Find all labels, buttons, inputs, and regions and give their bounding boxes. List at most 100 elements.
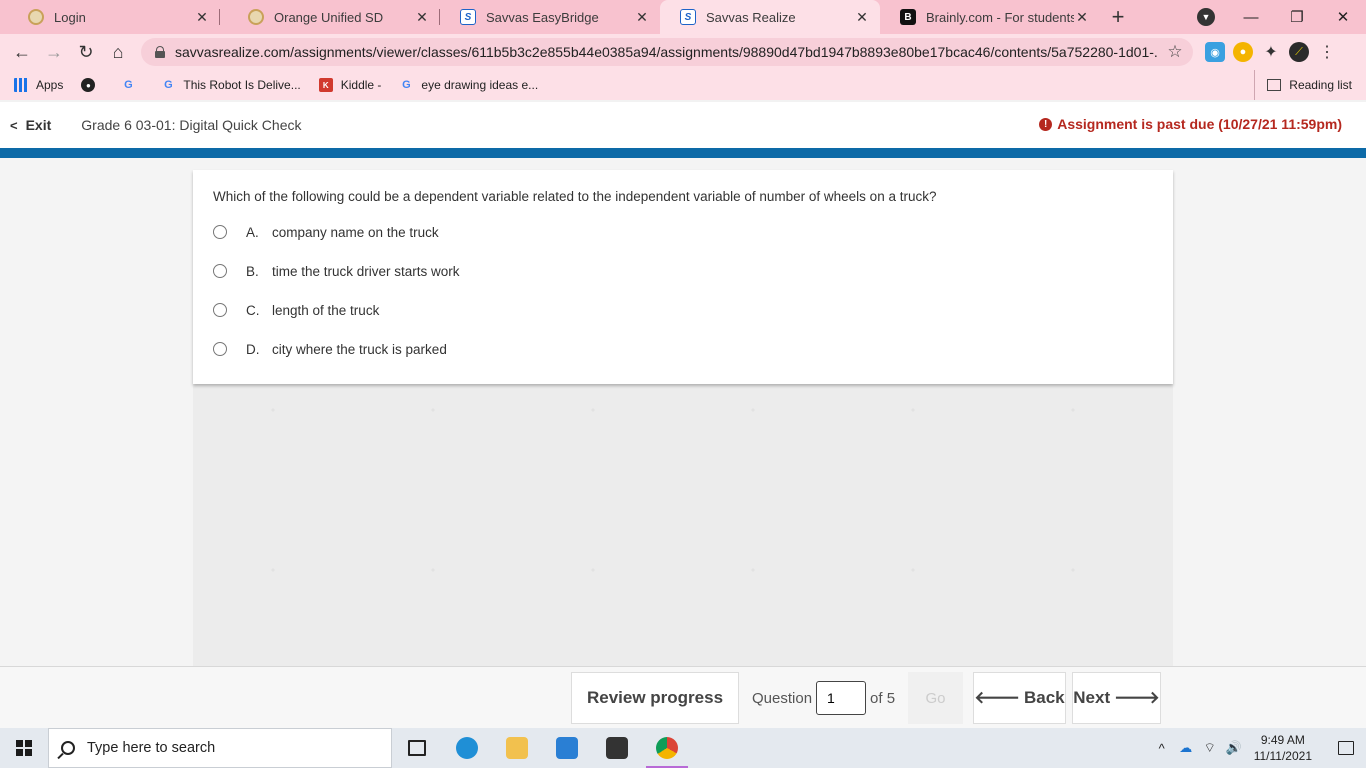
close-icon[interactable]: ✕ <box>414 9 430 26</box>
alert-icon: ! <box>1039 117 1053 131</box>
tab-orange-unified[interactable]: Orange Unified SD ✕ <box>220 0 440 34</box>
tab-login[interactable]: Login ✕ <box>0 0 220 34</box>
bookmark-kiddle[interactable]: K Kiddle - <box>318 78 382 92</box>
exit-label: Exit <box>25 117 52 133</box>
globe-icon: ● <box>81 78 96 92</box>
tab-title: Orange Unified SD <box>274 9 384 25</box>
go-button[interactable]: Go <box>908 672 963 724</box>
bookmark-eye-drawing[interactable]: G eye drawing ideas e... <box>399 78 538 92</box>
profile-avatar[interactable]: ⟋ <box>1289 42 1309 62</box>
menu-kebab-icon[interactable]: ⋮ <box>1317 42 1337 62</box>
review-progress-button[interactable]: Review progress <box>571 672 739 724</box>
mail-icon[interactable] <box>542 728 592 768</box>
bookmark-google[interactable]: G <box>121 78 143 92</box>
chevron-up-icon[interactable]: ^ <box>1150 741 1174 756</box>
puzzle-icon[interactable]: ✦ <box>1261 42 1281 62</box>
header-accent-bar <box>0 148 1366 158</box>
bookmark-label: Apps <box>36 78 64 92</box>
tab-search-icon[interactable]: ▼ <box>1197 8 1215 26</box>
choice-text[interactable]: length of the truck <box>272 303 379 318</box>
arrow-left-icon: 🡐 <box>974 688 1020 707</box>
clock-favicon-icon <box>248 9 264 25</box>
tab-brainly[interactable]: B Brainly.com - For students. By ✕ <box>880 0 1100 34</box>
choice-b[interactable]: B. time the truck driver starts work <box>213 261 460 281</box>
clock-time: 9:49 AM <box>1260 733 1305 747</box>
choice-letter: C. <box>246 302 260 318</box>
question-total: of 5 <box>870 689 896 707</box>
tab-savvas-easybridge[interactable]: S Savvas EasyBridge ✕ <box>440 0 660 34</box>
taskbar-search[interactable]: Type here to search <box>48 728 392 768</box>
choice-letter: A. <box>246 224 259 240</box>
reading-list-button[interactable]: Reading list <box>1254 70 1352 100</box>
back-arrow-icon[interactable]: ← <box>6 38 38 66</box>
radio-button[interactable] <box>213 225 227 239</box>
bookmark-star-icon[interactable]: ☆ <box>1157 42 1193 62</box>
choice-letter: B. <box>246 263 259 279</box>
close-icon[interactable]: ✕ <box>634 9 650 26</box>
radio-button[interactable] <box>213 303 227 317</box>
close-icon[interactable]: ✕ <box>194 9 210 26</box>
restore-icon[interactable]: ❐ <box>1274 8 1320 26</box>
google-icon: G <box>402 79 411 91</box>
volume-icon[interactable]: 🔊 <box>1222 740 1246 756</box>
extension-on-icon[interactable]: ● <box>1233 42 1253 62</box>
browser-toolbar: ← → ↻ ⌂ savvasrealize.com/assignments/vi… <box>0 34 1366 70</box>
tab-title: Brainly.com - For students. By <box>926 9 1074 25</box>
windows-logo-icon <box>16 740 32 756</box>
reading-list-icon <box>1267 79 1282 91</box>
bookmark-globe[interactable]: ● <box>81 78 103 92</box>
choice-d[interactable]: D. city where the truck is parked <box>213 339 447 359</box>
onedrive-icon[interactable]: ☁ <box>1174 740 1198 756</box>
clock-favicon-icon <box>28 9 44 25</box>
next-button[interactable]: Next 🡒 <box>1072 672 1161 724</box>
bookmark-label: Kiddle - <box>340 78 382 92</box>
next-label: Next <box>1073 688 1111 707</box>
question-area: Which of the following could be a depend… <box>0 158 1366 666</box>
question-number-input[interactable] <box>816 681 867 715</box>
address-bar[interactable]: savvasrealize.com/assignments/viewer/cla… <box>141 38 1193 66</box>
start-button[interactable] <box>0 728 48 768</box>
window-controls: — ❐ ✕ <box>1228 0 1366 34</box>
url-text[interactable]: savvasrealize.com/assignments/viewer/cla… <box>175 44 1157 60</box>
lock-icon[interactable] <box>155 46 165 58</box>
choice-text[interactable]: city where the truck is parked <box>272 342 447 357</box>
radio-button[interactable] <box>213 342 227 356</box>
close-window-icon[interactable]: ✕ <box>1320 8 1366 26</box>
choice-text[interactable]: time the truck driver starts work <box>272 264 460 279</box>
taskbar-clock[interactable]: 9:49 AM 11/11/2021 <box>1254 732 1312 764</box>
extension-icon[interactable]: ◉ <box>1205 42 1225 62</box>
bookmark-apps[interactable]: Apps <box>14 78 63 92</box>
reload-icon[interactable]: ↻ <box>70 38 102 66</box>
past-due-text: Assignment is past due (10/27/21 11:59pm… <box>1057 116 1342 132</box>
savvas-favicon-icon: S <box>460 9 476 25</box>
bookmark-label: This Robot Is Delive... <box>183 78 301 92</box>
close-icon[interactable]: ✕ <box>854 9 870 26</box>
edge-icon[interactable] <box>442 728 492 768</box>
extensions-area: ◉ ● ✦ ⟋ ⋮ <box>1205 38 1337 66</box>
savvas-favicon-icon: S <box>680 9 696 25</box>
new-tab-button[interactable]: + <box>1100 0 1136 34</box>
chrome-icon[interactable] <box>642 728 692 768</box>
notifications-icon[interactable] <box>1326 728 1366 768</box>
choice-c[interactable]: C. length of the truck <box>213 300 379 320</box>
bookmark-robot[interactable]: G This Robot Is Delive... <box>161 78 301 92</box>
store-icon[interactable] <box>592 728 642 768</box>
file-explorer-icon[interactable] <box>492 728 542 768</box>
tab-savvas-realize[interactable]: S Savvas Realize ✕ <box>660 0 880 34</box>
minimize-icon[interactable]: — <box>1228 9 1274 26</box>
question-navigation: Review progress Question of 5 Go 🡐 Back … <box>0 666 1366 728</box>
tab-title: Savvas EasyBridge <box>486 9 599 25</box>
task-view-icon[interactable] <box>392 728 442 768</box>
close-icon[interactable]: ✕ <box>1074 9 1090 26</box>
choice-text[interactable]: company name on the truck <box>272 225 439 240</box>
home-icon[interactable]: ⌂ <box>102 38 134 66</box>
arrow-right-icon: 🡒 <box>1114 688 1160 707</box>
wifi-icon[interactable]: ⌔ <box>1198 740 1222 756</box>
exit-button[interactable]: < Exit <box>10 117 51 133</box>
question-card: Which of the following could be a depend… <box>193 170 1173 384</box>
back-button[interactable]: 🡐 Back <box>973 672 1066 724</box>
choice-a[interactable]: A. company name on the truck <box>213 222 439 242</box>
past-due-notice: ! Assignment is past due (10/27/21 11:59… <box>1039 116 1342 132</box>
forward-arrow-icon[interactable]: → <box>38 38 70 66</box>
radio-button[interactable] <box>213 264 227 278</box>
